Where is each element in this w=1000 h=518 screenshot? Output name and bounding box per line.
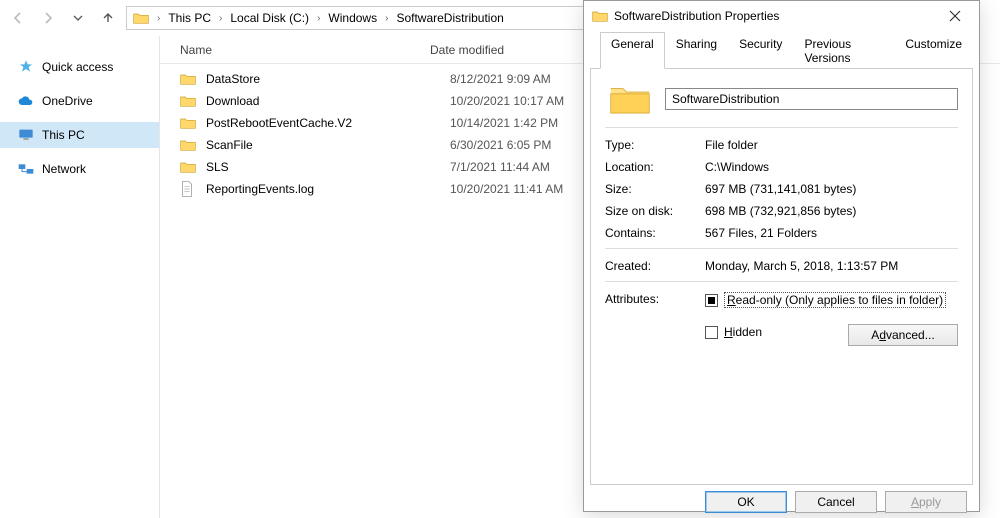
folder-icon <box>592 9 608 23</box>
recent-locations-button[interactable] <box>66 6 90 30</box>
sidebar-item-network[interactable]: Network <box>0 156 159 182</box>
chevron-right-icon[interactable]: › <box>383 13 390 24</box>
folder-name-value: SoftwareDistribution <box>672 92 779 106</box>
ok-button[interactable]: OK <box>705 491 787 513</box>
type-value: File folder <box>705 138 958 152</box>
column-header-date[interactable]: Date modified <box>430 43 590 57</box>
tab-customize[interactable]: Customize <box>894 32 973 69</box>
attributes-label: Attributes: <box>605 292 705 306</box>
tab-previous-versions[interactable]: Previous Versions <box>793 32 894 69</box>
breadcrumb-root-icon[interactable] <box>129 9 153 27</box>
location-value: C:\Windows <box>705 160 958 174</box>
sidebar-item-label: Network <box>42 162 86 176</box>
tab-strip: General Sharing Security Previous Versio… <box>590 31 973 69</box>
chevron-right-icon[interactable]: › <box>217 13 224 24</box>
folder-name-input[interactable]: SoftwareDistribution <box>665 88 958 110</box>
file-name: SLS <box>200 160 450 174</box>
back-button[interactable] <box>6 6 30 30</box>
hidden-checkbox[interactable] <box>705 326 718 339</box>
sidebar-item-this-pc[interactable]: This PC <box>0 122 159 148</box>
readonly-checkbox-row[interactable]: Read-only (Only applies to files in fold… <box>705 292 958 308</box>
contains-value: 567 Files, 21 Folders <box>705 226 958 240</box>
close-button[interactable] <box>935 2 975 30</box>
folder-icon <box>180 94 200 108</box>
sidebar-item-label: This PC <box>42 128 85 142</box>
advanced-button[interactable]: Advanced... <box>848 324 958 346</box>
size-label: Size: <box>605 182 705 196</box>
tab-security[interactable]: Security <box>728 32 793 69</box>
readonly-label: Read-only (Only applies to files in fold… <box>724 292 946 308</box>
chevron-right-icon[interactable]: › <box>315 13 322 24</box>
file-name: PostRebootEventCache.V2 <box>200 116 450 130</box>
folder-icon <box>180 72 200 86</box>
hidden-checkbox-row[interactable]: Hidden <box>705 325 848 339</box>
sidebar-item-quick-access[interactable]: Quick access <box>0 54 159 80</box>
breadcrumb-label: This PC <box>168 11 211 25</box>
breadcrumb-label: Windows <box>328 11 377 25</box>
breadcrumb-seg-2[interactable]: Windows <box>324 9 381 27</box>
sidebar-item-label: Quick access <box>42 60 113 74</box>
breadcrumb-seg-3[interactable]: SoftwareDistribution <box>392 9 507 27</box>
size-on-disk-value: 698 MB (732,921,856 bytes) <box>705 204 958 218</box>
dialog-buttons: OK Cancel Apply <box>584 485 979 513</box>
file-name: Download <box>200 94 450 108</box>
up-button[interactable] <box>96 6 120 30</box>
apply-button[interactable]: Apply <box>885 491 967 513</box>
folder-icon <box>180 116 200 130</box>
cloud-icon <box>18 93 34 109</box>
sidebar-item-label: OneDrive <box>42 94 93 108</box>
cancel-button[interactable]: Cancel <box>795 491 877 513</box>
size-value: 697 MB (731,141,081 bytes) <box>705 182 958 196</box>
navigation-pane: Quick access OneDrive This PC Network <box>0 36 160 518</box>
created-value: Monday, March 5, 2018, 1:13:57 PM <box>705 259 958 273</box>
created-label: Created: <box>605 259 705 273</box>
pc-icon <box>18 127 34 143</box>
sidebar-item-onedrive[interactable]: OneDrive <box>0 88 159 114</box>
properties-dialog: SoftwareDistribution Properties General … <box>583 0 980 512</box>
file-icon <box>180 181 200 197</box>
size-on-disk-label: Size on disk: <box>605 204 705 218</box>
dialog-titlebar[interactable]: SoftwareDistribution Properties <box>584 1 979 31</box>
file-name: ScanFile <box>200 138 450 152</box>
network-icon <box>18 161 34 177</box>
star-icon <box>18 59 34 75</box>
breadcrumb-seg-1[interactable]: Local Disk (C:) <box>226 9 313 27</box>
close-icon <box>949 10 961 22</box>
forward-button[interactable] <box>36 6 60 30</box>
readonly-checkbox[interactable] <box>705 294 718 307</box>
folder-icon <box>609 81 651 117</box>
breadcrumb-seg-0[interactable]: This PC <box>164 9 215 27</box>
folder-icon <box>180 160 200 174</box>
column-header-name[interactable]: Name <box>160 43 430 57</box>
hidden-label: Hidden <box>724 325 762 339</box>
type-label: Type: <box>605 138 705 152</box>
dialog-title: SoftwareDistribution Properties <box>608 9 935 23</box>
address-bar[interactable]: › This PC › Local Disk (C:) › Windows › … <box>126 6 586 30</box>
contains-label: Contains: <box>605 226 705 240</box>
folder-icon <box>180 138 200 152</box>
tab-body-general: SoftwareDistribution Type:File folder Lo… <box>590 69 973 485</box>
file-name: ReportingEvents.log <box>200 182 450 196</box>
breadcrumb-label: SoftwareDistribution <box>396 11 503 25</box>
location-label: Location: <box>605 160 705 174</box>
file-name: DataStore <box>200 72 450 86</box>
chevron-right-icon[interactable]: › <box>155 13 162 24</box>
tab-sharing[interactable]: Sharing <box>665 32 728 69</box>
breadcrumb-label: Local Disk (C:) <box>230 11 309 25</box>
tab-general[interactable]: General <box>600 32 665 69</box>
